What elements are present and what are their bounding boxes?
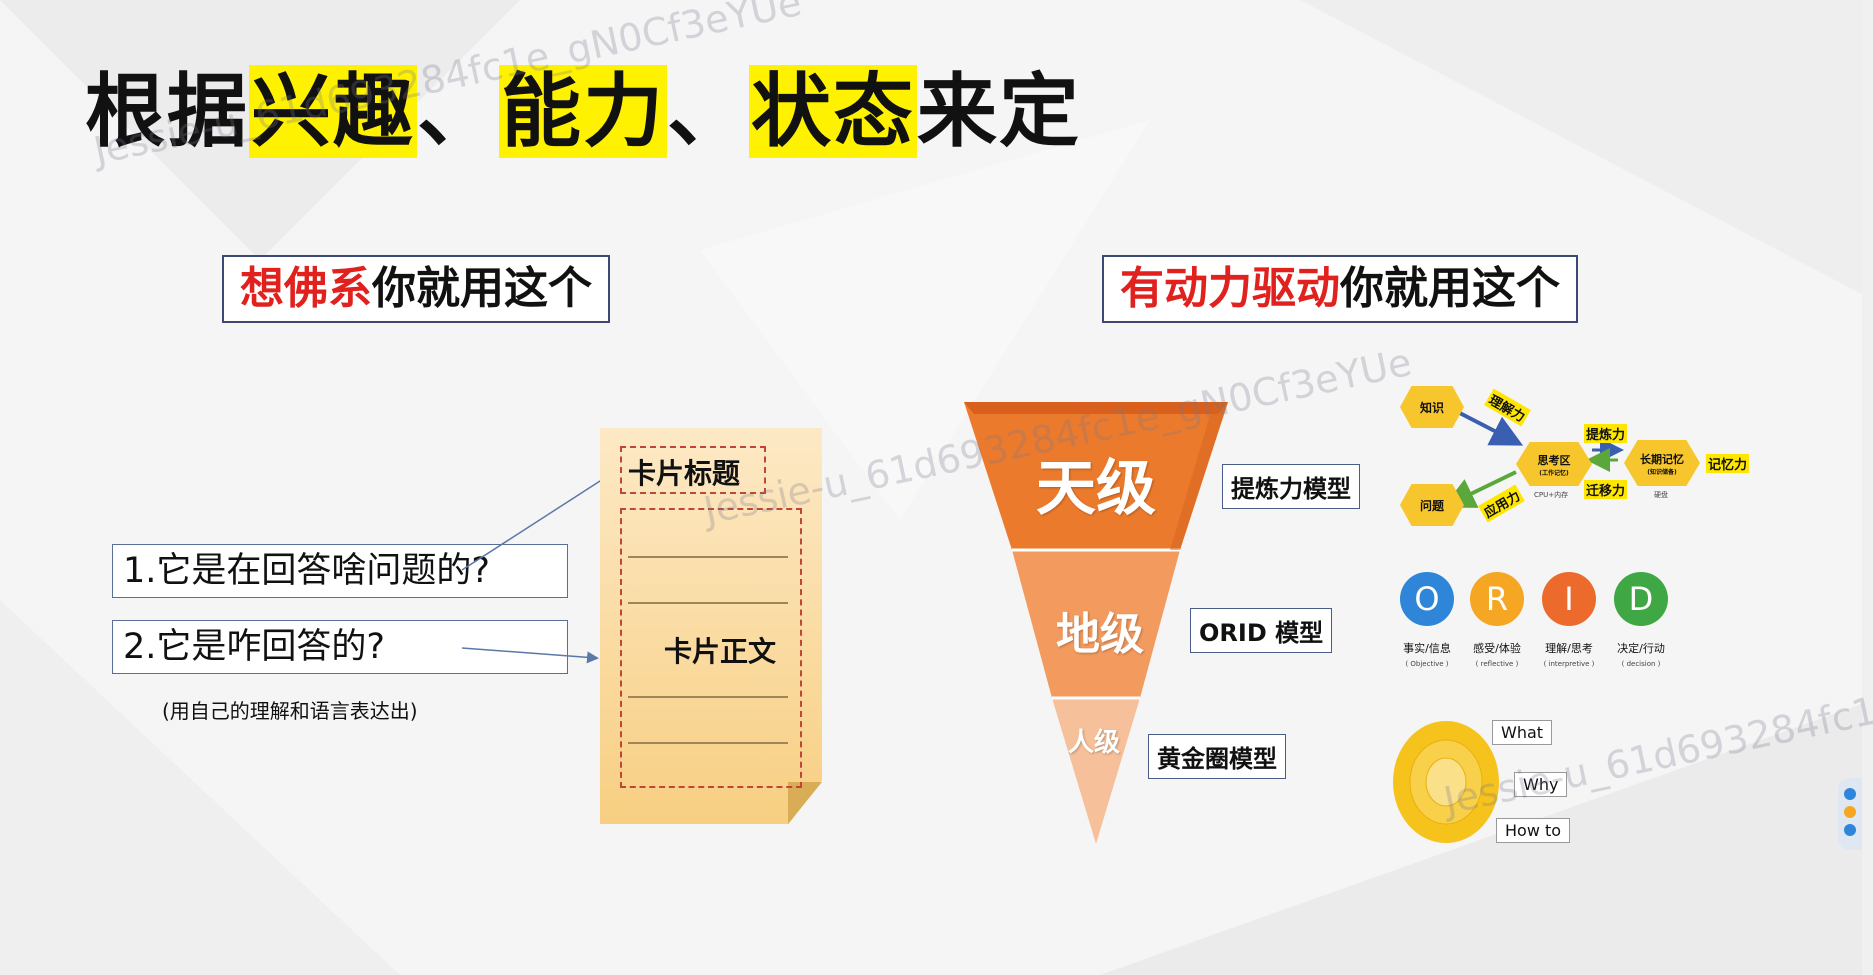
assistant-avatar[interactable] (1838, 778, 1862, 850)
orid-label-r: 感受/体验 (1473, 642, 1521, 655)
orid-circle-d: D (1614, 572, 1668, 626)
avatar-dot-icon (1844, 806, 1856, 818)
flow-longterm-caption: 硬盘 (1654, 491, 1668, 499)
avatar-dot-icon (1844, 788, 1856, 800)
flow-node-longterm-sub: (知识储备) (1647, 468, 1677, 476)
golden-label-howto: How to (1496, 818, 1571, 843)
model-label-golden: 黄金圈模型 (1148, 734, 1286, 779)
card-line (628, 556, 788, 558)
orid-circle-o: O (1400, 572, 1454, 626)
model-label-orid: ORID 模型 (1190, 608, 1333, 653)
card-body: 卡片正文 (664, 635, 777, 668)
flow-node-thinking: 思考区 (工作记忆) (1516, 442, 1592, 486)
pyramid-level-bottom: 人级 (1068, 728, 1121, 758)
flow-node-thinking-title: 思考区 (1537, 453, 1571, 467)
card-line (628, 742, 788, 744)
flow-node-longterm: 长期记忆 (知识储备) (1624, 440, 1700, 486)
golden-label-what: What (1492, 720, 1553, 745)
card-line (628, 602, 788, 604)
card-line (628, 696, 788, 698)
orid-sublabel-i: ( interpretive ) (1543, 660, 1595, 668)
flow-node-question: 问题 (1400, 484, 1464, 526)
orid-sublabel-r: ( reflective ) (1475, 660, 1519, 668)
flow-label-transfer: 迁移力 (1584, 480, 1628, 499)
flow-node-longterm-title: 长期记忆 (1640, 452, 1684, 466)
model-label-refine: 提炼力模型 (1222, 464, 1360, 509)
orid-circle-i: I (1542, 572, 1596, 626)
orid-sublabel-d: ( decision ) (1621, 660, 1661, 668)
orid-label-o: 事实/信息 (1403, 642, 1451, 655)
orid-sublabel-o: ( Objective ) (1405, 660, 1449, 668)
avatar-dot-icon (1844, 824, 1856, 836)
orid-circle-r: R (1470, 572, 1524, 626)
pyramid-level-middle: 地级 (1056, 609, 1144, 660)
flow-label-refine: 提炼力 (1584, 424, 1628, 443)
flow-thinking-caption: CPU+内存 (1534, 491, 1569, 499)
flow-node-knowledge: 知识 (1400, 386, 1464, 428)
orid-label-i: 理解/思考 (1545, 642, 1593, 655)
orid-label-d: 决定/行动 (1617, 642, 1665, 655)
flow-label-memory: 记忆力 (1706, 454, 1750, 473)
flow-node-thinking-sub: (工作记忆) (1539, 469, 1569, 477)
